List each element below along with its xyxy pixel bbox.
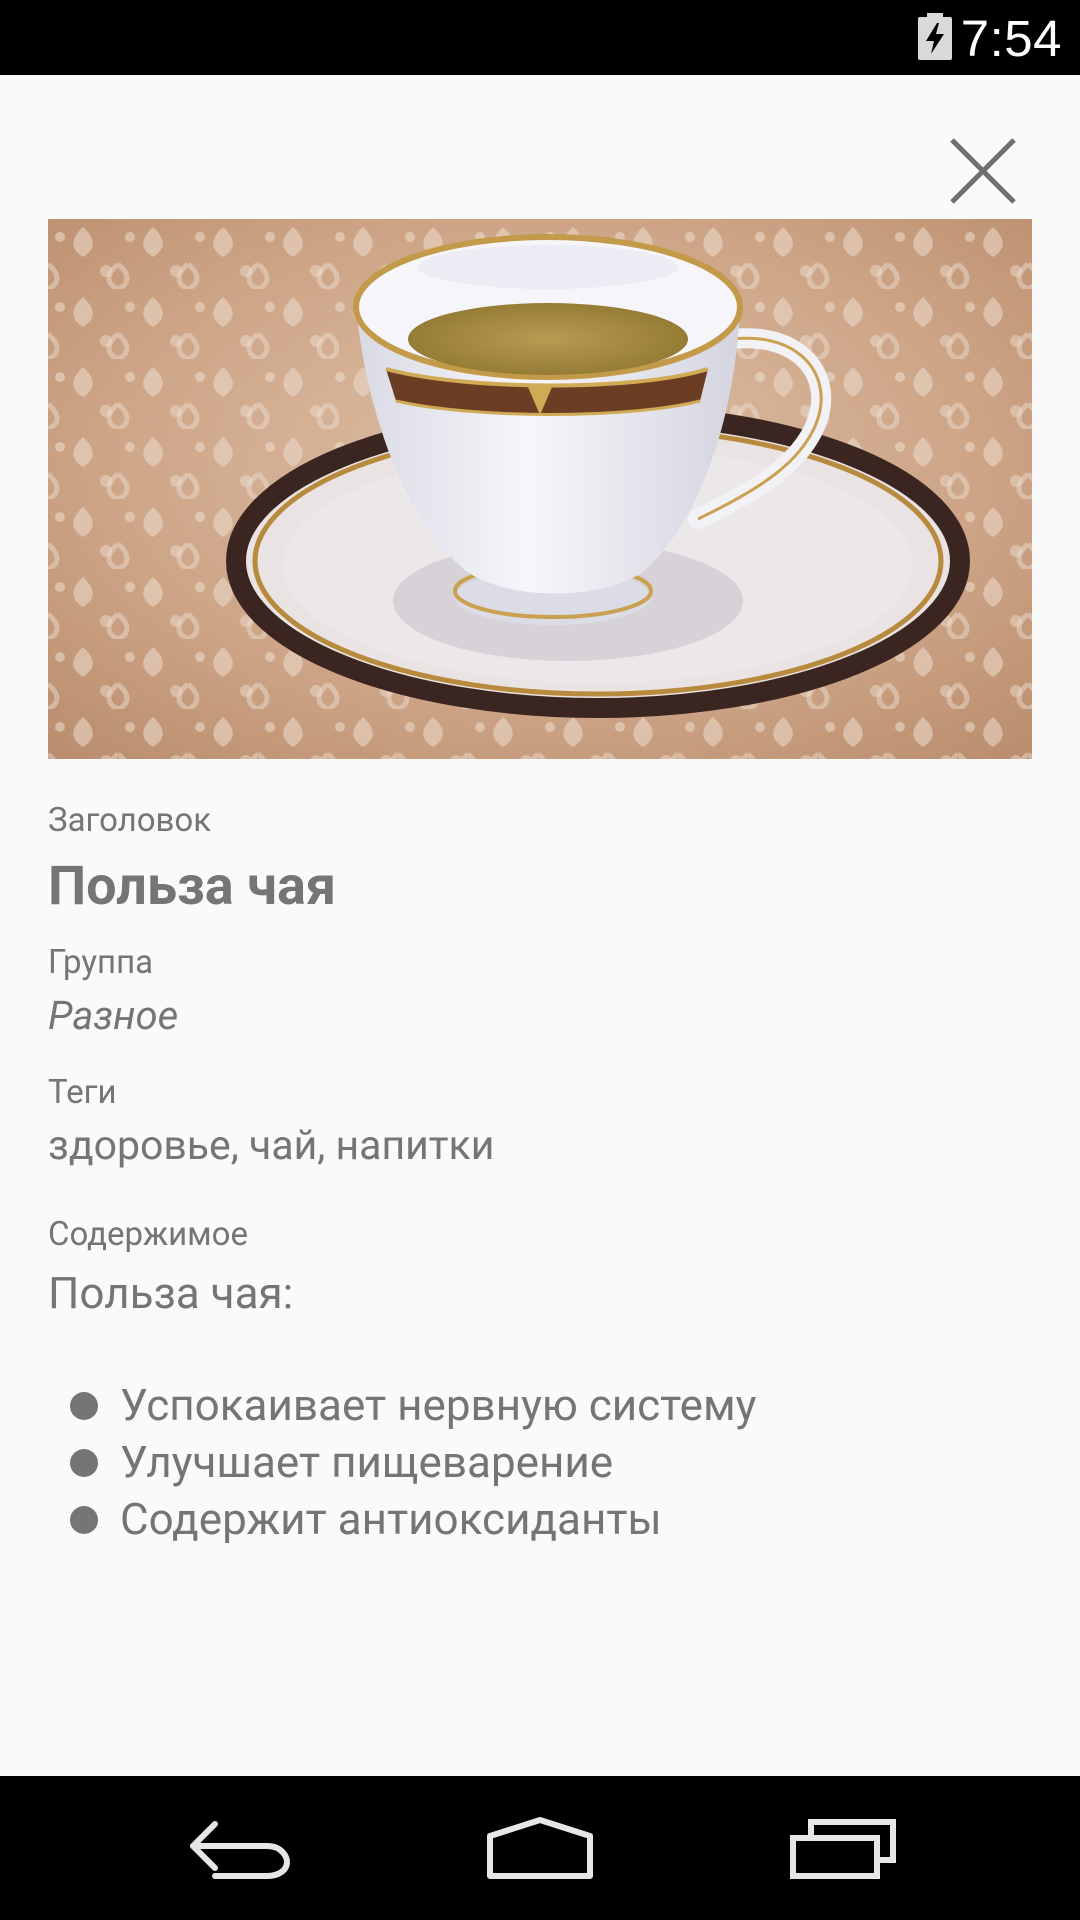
title-label: Заголовок xyxy=(48,801,212,840)
note-group: Разное xyxy=(48,992,179,1039)
home-button[interactable] xyxy=(470,1798,610,1898)
list-item: Успокаивает нервную систему xyxy=(48,1377,756,1434)
content-bullet-list: Успокаивает нервную систему Улучшает пищ… xyxy=(48,1377,756,1548)
recents-icon xyxy=(790,1819,896,1879)
teacup-image xyxy=(48,219,1032,759)
list-item-text: Улучшает пищеварение xyxy=(120,1436,614,1488)
bullet-icon xyxy=(70,1392,98,1420)
note-image xyxy=(48,219,1032,759)
status-bar: 7:54 xyxy=(0,0,1080,75)
list-item: Содержит антиоксиданты xyxy=(48,1491,756,1548)
note-tags: здоровье, чай, напитки xyxy=(48,1122,495,1170)
content-intro: Польза чая: xyxy=(48,1267,294,1319)
close-button[interactable] xyxy=(945,133,1021,209)
list-item-text: Содержит антиоксиданты xyxy=(120,1493,662,1545)
list-item: Улучшает пищеварение xyxy=(48,1434,756,1491)
navigation-bar xyxy=(0,1776,1080,1920)
back-button[interactable] xyxy=(170,1798,310,1898)
battery-charging-icon xyxy=(918,13,952,60)
close-icon xyxy=(950,138,1016,204)
status-time: 7:54 xyxy=(960,10,1062,67)
recents-button[interactable] xyxy=(774,1798,914,1898)
note-view-screen: 7:54 Заголовок Польза чая Группа Разное … xyxy=(0,0,1080,1920)
bullet-icon xyxy=(70,1449,98,1477)
home-icon xyxy=(487,1817,593,1879)
back-icon xyxy=(190,1821,291,1879)
bullet-icon xyxy=(70,1506,98,1534)
group-label: Группа xyxy=(48,943,154,982)
list-item-text: Успокаивает нервную систему xyxy=(120,1379,757,1431)
note-title: Польза чая xyxy=(48,855,337,918)
tags-label: Теги xyxy=(48,1073,117,1112)
content-label: Содержимое xyxy=(48,1215,248,1254)
